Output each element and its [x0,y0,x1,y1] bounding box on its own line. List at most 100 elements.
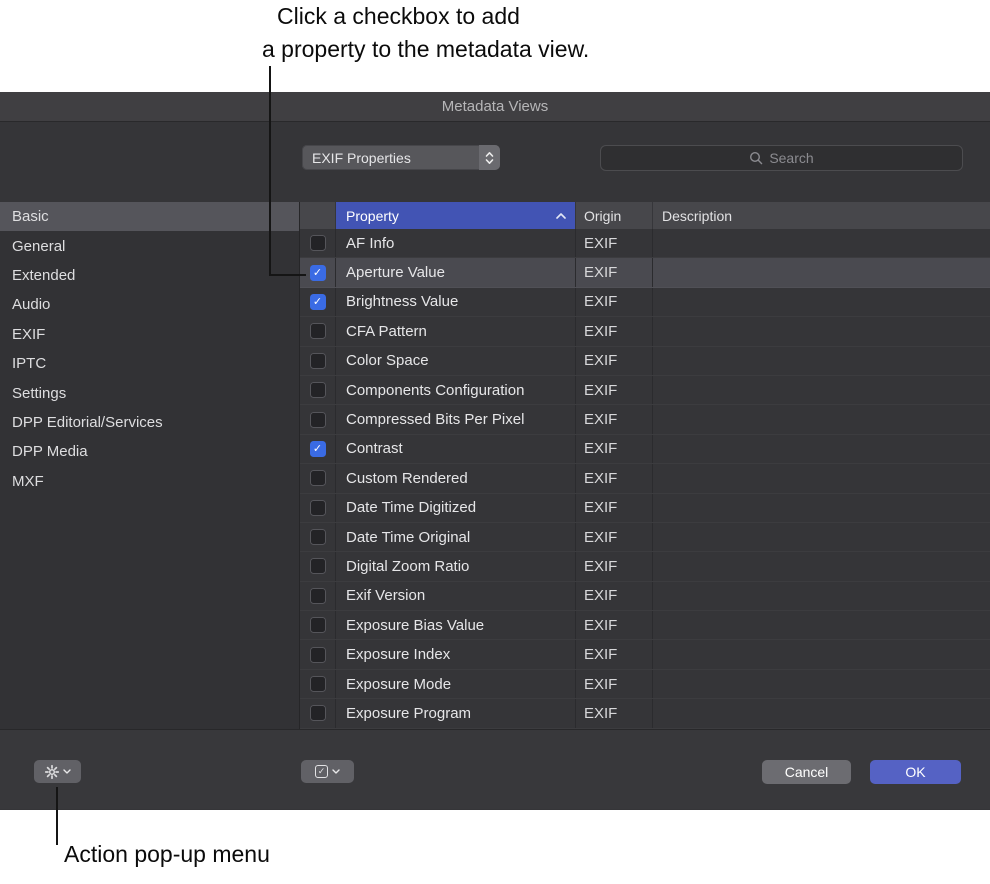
property-origin: EXIF [576,699,653,727]
property-description [653,699,990,727]
checkbox-cell [300,347,336,375]
cancel-button[interactable]: Cancel [762,760,851,784]
property-checkbox[interactable] [310,470,326,486]
property-name: CFA Pattern [336,317,576,345]
header-property[interactable]: Property [336,202,576,229]
property-checkbox[interactable] [310,617,326,633]
properties-table: Property Origin Description AF InfoEXIF✓… [300,202,990,729]
ok-button[interactable]: OK [870,760,961,784]
property-origin: EXIF [576,317,653,345]
checkbox-cell [300,699,336,727]
metadata-view-popup[interactable]: EXIF Properties [302,145,500,170]
sidebar-item-basic[interactable]: Basic [0,202,299,231]
sort-ascending-icon [556,213,566,219]
property-name: Exposure Bias Value [336,611,576,639]
table-row: ✓ContrastEXIF [300,435,990,464]
sidebar-item-extended[interactable]: Extended [0,261,299,290]
property-checkbox[interactable] [310,235,326,251]
property-name: Aperture Value [336,258,576,286]
property-checkbox[interactable] [310,323,326,339]
property-origin: EXIF [576,288,653,316]
table-row: Digital Zoom RatioEXIF [300,552,990,581]
checkbox-cell: ✓ [300,435,336,463]
header-description[interactable]: Description [653,202,990,229]
table-header: Property Origin Description [300,202,990,229]
property-description [653,229,990,257]
table-row: ✓Aperture ValueEXIF [300,258,990,287]
property-description [653,494,990,522]
table-row: Compressed Bits Per PixelEXIF [300,405,990,434]
property-checkbox[interactable] [310,647,326,663]
property-name: Exposure Program [336,699,576,727]
table-row: Date Time DigitizedEXIF [300,494,990,523]
property-checkbox[interactable]: ✓ [310,294,326,310]
property-checkbox[interactable] [310,500,326,516]
sidebar-item-dpp-editorial-services[interactable]: DPP Editorial/Services [0,408,299,437]
header-origin[interactable]: Origin [576,202,653,229]
sidebar-item-audio[interactable]: Audio [0,290,299,319]
metadata-views-window: Metadata Views EXIF Properties Search Ba… [0,92,990,810]
annotation-callout-line-top-horizontal [269,274,306,276]
property-checkbox[interactable] [310,705,326,721]
property-origin: EXIF [576,376,653,404]
property-origin: EXIF [576,229,653,257]
property-description [653,405,990,433]
property-checkbox[interactable] [310,353,326,369]
table-row: ✓Brightness ValueEXIF [300,288,990,317]
content-area: BasicGeneralExtendedAudioEXIFIPTCSetting… [0,202,990,729]
checkbox-cell: ✓ [300,258,336,286]
checkbox-cell [300,670,336,698]
property-name: Date Time Original [336,523,576,551]
header-property-label: Property [346,208,399,224]
action-popup-button[interactable] [34,760,81,783]
property-checkbox[interactable] [310,412,326,428]
property-name: Color Space [336,347,576,375]
property-description [653,435,990,463]
property-checkbox[interactable]: ✓ [310,441,326,457]
property-checkbox[interactable]: ✓ [310,265,326,281]
window-titlebar: Metadata Views [0,92,990,122]
property-checkbox[interactable] [310,382,326,398]
checkbox-cell [300,523,336,551]
property-description [653,611,990,639]
property-description [653,258,990,286]
property-description [653,552,990,580]
chevron-down-icon [332,769,340,774]
checkbox-cell [300,229,336,257]
table-row: Custom RenderedEXIF [300,464,990,493]
chevron-up-down-icon [479,145,500,170]
property-checkbox[interactable] [310,588,326,604]
sidebar-item-settings[interactable]: Settings [0,378,299,407]
property-name: Contrast [336,435,576,463]
checkbox-cell: ✓ [300,288,336,316]
checkbox-menu-icon: ✓ [315,765,328,778]
sidebar-item-dpp-media[interactable]: DPP Media [0,437,299,466]
checkbox-cell [300,317,336,345]
search-field[interactable]: Search [600,145,963,171]
annotation-callout-line-bottom [56,787,58,845]
property-description [653,464,990,492]
table-row: Components ConfigurationEXIF [300,376,990,405]
checkbox-popup-button[interactable]: ✓ [301,760,354,783]
sidebar-item-iptc[interactable]: IPTC [0,349,299,378]
sidebar-item-exif[interactable]: EXIF [0,320,299,349]
property-origin: EXIF [576,670,653,698]
checkbox-cell [300,582,336,610]
property-name: Compressed Bits Per Pixel [336,405,576,433]
table-row: Exposure IndexEXIF [300,640,990,669]
sidebar-item-general[interactable]: General [0,231,299,260]
footer-bar: ✓ Cancel OK [0,729,990,809]
chevron-down-icon [63,769,71,774]
property-name: AF Info [336,229,576,257]
checkbox-cell [300,552,336,580]
property-checkbox[interactable] [310,676,326,692]
property-name: Exposure Index [336,640,576,668]
sidebar: BasicGeneralExtendedAudioEXIFIPTCSetting… [0,202,300,729]
property-checkbox[interactable] [310,558,326,574]
property-name: Exposure Mode [336,670,576,698]
property-origin: EXIF [576,611,653,639]
property-origin: EXIF [576,523,653,551]
header-origin-label: Origin [584,208,621,224]
property-checkbox[interactable] [310,529,326,545]
sidebar-item-mxf[interactable]: MXF [0,467,299,496]
